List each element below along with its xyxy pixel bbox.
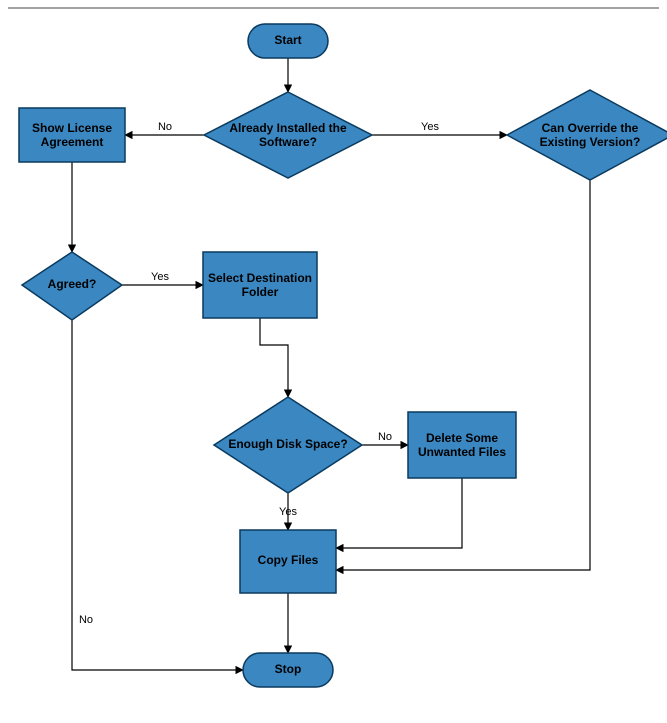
edge-disk-yes-label: Yes xyxy=(279,506,297,518)
node-copy-label: Copy Files xyxy=(258,553,319,567)
edge-disk-no-label: No xyxy=(378,431,392,443)
edge-delete-copy xyxy=(336,478,462,548)
node-stop: Stop xyxy=(243,653,333,687)
node-already-l2: Software? xyxy=(259,135,317,149)
flowchart-diagram: No Yes Yes No No Yes Start Already Insta… xyxy=(0,0,667,723)
node-dest-l1: Select Destination xyxy=(208,271,312,285)
node-already-l1: Already Installed the xyxy=(229,121,347,135)
edge-agreed-yes-label: Yes xyxy=(151,271,169,283)
node-override-l1: Can Override the xyxy=(542,121,639,135)
node-start: Start xyxy=(248,24,328,58)
node-del-l2: Unwanted Files xyxy=(418,445,506,459)
node-license-l2: Agreement xyxy=(41,135,104,149)
node-agreed-label: Agreed? xyxy=(48,277,97,291)
node-show-license: Show License Agreement xyxy=(19,108,125,162)
node-stop-label: Stop xyxy=(275,662,302,676)
edge-already-yes-label: Yes xyxy=(421,121,439,133)
node-agreed: Agreed? xyxy=(22,252,122,320)
edge-agreed-no xyxy=(72,320,243,670)
node-copy-files: Copy Files xyxy=(240,530,336,593)
node-dest-l2: Folder xyxy=(242,285,279,299)
node-license-l1: Show License xyxy=(32,121,112,135)
edge-agreed-no-label: No xyxy=(79,614,93,626)
edge-dest-disk xyxy=(260,318,288,397)
node-delete-unwanted: Delete Some Unwanted Files xyxy=(408,412,516,478)
node-del-l1: Delete Some xyxy=(426,431,498,445)
node-already-installed: Already Installed the Software? xyxy=(204,92,372,178)
node-start-label: Start xyxy=(274,33,301,47)
edge-override-copy xyxy=(336,180,590,570)
node-override-l2: Existing Version? xyxy=(540,135,641,149)
node-disk-label: Enough Disk Space? xyxy=(228,437,347,451)
node-enough-disk: Enough Disk Space? xyxy=(214,397,362,493)
edge-already-no-label: No xyxy=(158,121,172,133)
node-can-override: Can Override the Existing Version? xyxy=(507,90,667,180)
node-select-dest: Select Destination Folder xyxy=(203,252,317,318)
